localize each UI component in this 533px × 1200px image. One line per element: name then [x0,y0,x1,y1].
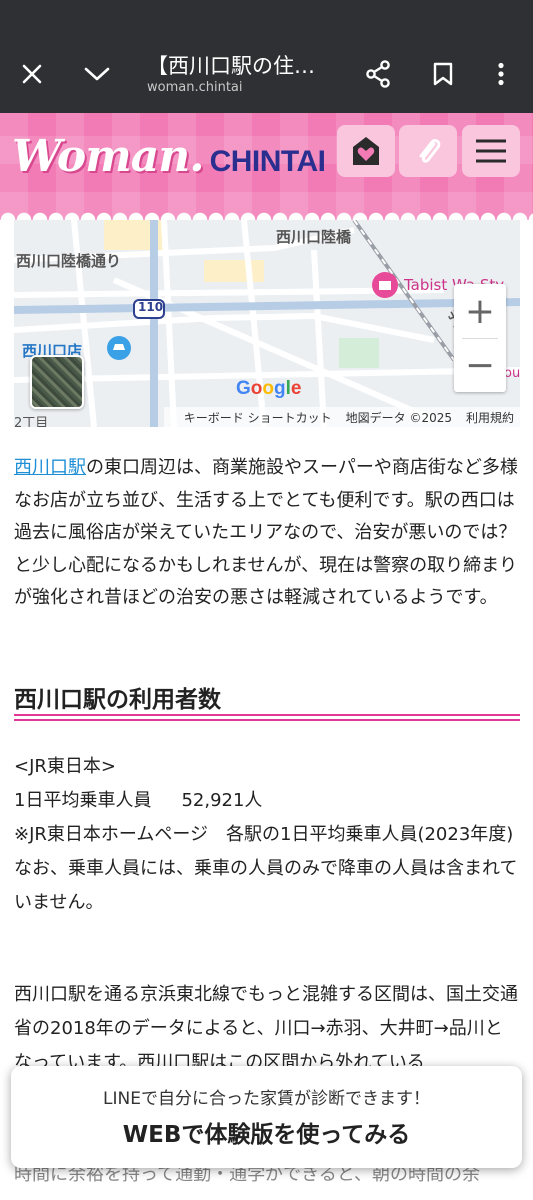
home-heart-icon [353,137,379,165]
ridership-label: 1日平均乗車人員 [14,790,152,811]
hamburger-icon [476,139,506,163]
google-logo: Google [236,378,302,399]
intro-text: の東口周辺は、商業施設やスーパーや商店街など多様なお店が立ち並び、生活する上でと… [14,457,518,608]
heading-underline [14,714,520,721]
logo-woman: Woman. [12,131,205,182]
satellite-toggle[interactable] [30,355,84,409]
logo-chintai: CHINTAI [209,145,326,178]
share-icon[interactable] [356,52,400,96]
more-vert-icon[interactable] [479,52,523,96]
banner-cta[interactable]: WEBで体験版を使ってみる [11,1115,522,1149]
paperclip-icon [419,139,441,163]
ridership-value: 52,921人 [181,790,263,811]
station-link[interactable]: 西川口駅 [14,457,86,478]
map-terms-link[interactable]: 利用規約 [466,409,514,426]
congestion-paragraph: 西川口駅を通る京浜東北線でもっと混雑する区間は、国土交通省の2018年のデータに… [14,984,518,1073]
ridership-block: <JR東日本> 1日平均乗車人員 52,921人 ※JR東日本ホームページ 各駅の… [14,750,520,920]
map-data-credit: 地図データ ©2025 [345,410,452,425]
site-logo[interactable]: Woman. CHINTAI [12,131,326,191]
banner-subtext: LINEで自分に合った家賃が診断できます！ [103,1089,430,1109]
map-label-road-top: 西川口陸橋 [276,228,352,246]
page-domain: woman.chintai [147,80,243,95]
clip-button[interactable] [399,125,457,177]
map-zoom-control: + − [454,284,506,392]
section-heading: 西川口駅の利用者数 [14,687,221,713]
browser-toolbar: 【西川口駅の住… woman.chintai [0,0,533,113]
bookmark-icon[interactable] [421,52,465,96]
zoom-separator [462,338,498,339]
ridership-row: 1日平均乗車人員 52,921人 [14,784,520,818]
map-label-cut: ou [504,366,520,381]
ridership-source: ※JR東日本ホームページ 各駅の1日平均乗車人員(2023年度) [14,824,514,845]
site-header: Woman. CHINTAI [0,113,533,220]
map-footer: キーボード ショートカット 地図データ ©2025 利用規約 [163,407,520,427]
header-scallop [0,212,533,220]
zoom-out-button[interactable]: − [454,338,506,392]
zoom-in-button[interactable]: + [454,284,506,338]
map-label-district: 2丁目 [14,416,49,427]
map-keyboard-shortcuts[interactable]: キーボード ショートカット [184,409,332,426]
menu-button[interactable] [462,125,520,177]
line-diagnosis-banner[interactable]: LINEで自分に合った家賃が診断できます！ WEBで体験版を使ってみる [11,1066,522,1168]
ridership-note: なお、乗車人員には、乗車の人員のみで降車の人員は含まれていません。 [14,858,518,913]
favorite-home-button[interactable] [337,125,395,177]
map-embed[interactable]: 西川口陸橋 西川口陸橋通り 110 西川口店 Tabist Wa Sty 宇都宮… [14,220,520,427]
article-intro: 西川口駅の東口周辺は、商業施設やスーパーや商店街など多様なお店が立ち並び、生活す… [14,452,520,615]
map-label-road-left: 西川口陸橋通り [16,252,122,270]
close-icon[interactable] [10,52,54,96]
ridership-operator: <JR東日本> [14,756,116,777]
page-title: 【西川口駅の住… [147,54,315,78]
map-label-route: 110 [138,300,164,314]
chevron-down-icon[interactable] [75,52,119,96]
intro-paragraph: 西川口駅の東口周辺は、商業施設やスーパーや商店街など多様なお店が立ち並び、生活す… [14,452,520,615]
